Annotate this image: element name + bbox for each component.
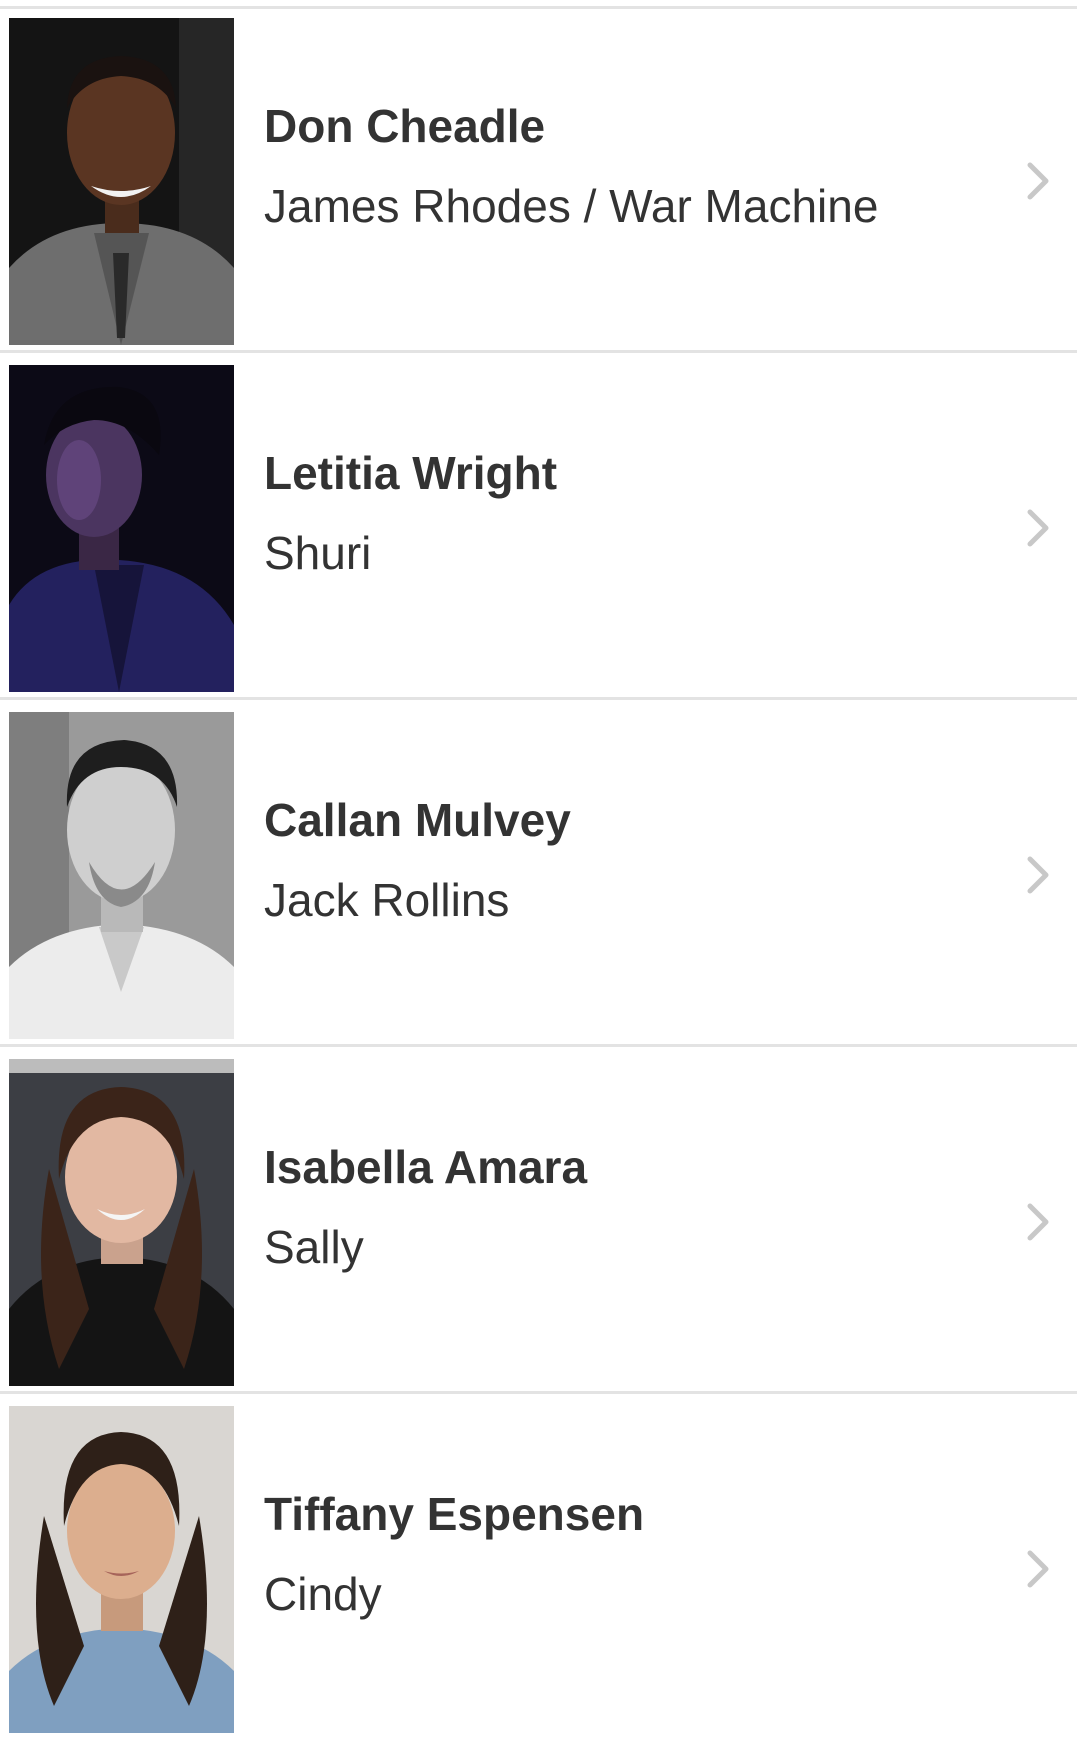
actor-photo bbox=[9, 712, 234, 1039]
actor-name: Isabella Amara bbox=[264, 1141, 588, 1193]
list-divider bbox=[0, 1391, 1077, 1394]
cast-list-item[interactable]: Tiffany Espensen Cindy bbox=[0, 1397, 1077, 1741]
cast-list-item[interactable]: Isabella Amara Sally bbox=[0, 1050, 1077, 1394]
list-divider bbox=[0, 697, 1077, 700]
cast-list-item[interactable]: Don Cheadle James Rhodes / War Machine bbox=[0, 9, 1077, 353]
list-divider bbox=[0, 350, 1077, 353]
actor-name: Don Cheadle bbox=[264, 100, 546, 152]
actor-photo bbox=[9, 18, 234, 345]
actor-name: Callan Mulvey bbox=[264, 794, 571, 846]
actor-photo bbox=[9, 1059, 234, 1386]
actor-photo bbox=[9, 1406, 234, 1733]
cast-list-item[interactable]: Callan Mulvey Jack Rollins bbox=[0, 703, 1077, 1047]
character-name: James Rhodes / War Machine bbox=[264, 180, 879, 232]
chevron-right-icon bbox=[1018, 855, 1058, 895]
cast-list-item[interactable]: Letitia Wright Shuri bbox=[0, 356, 1077, 700]
chevron-right-icon bbox=[1018, 508, 1058, 548]
character-name: Sally bbox=[264, 1221, 364, 1273]
chevron-right-icon bbox=[1018, 1202, 1058, 1242]
character-name: Shuri bbox=[264, 527, 372, 579]
chevron-right-icon bbox=[1018, 161, 1058, 201]
character-name: Jack Rollins bbox=[264, 874, 510, 926]
chevron-right-icon bbox=[1018, 1549, 1058, 1589]
list-divider bbox=[0, 1044, 1077, 1047]
actor-name: Tiffany Espensen bbox=[264, 1488, 645, 1540]
character-name: Cindy bbox=[264, 1568, 382, 1620]
actor-name: Letitia Wright bbox=[264, 447, 558, 499]
actor-photo bbox=[9, 365, 234, 692]
